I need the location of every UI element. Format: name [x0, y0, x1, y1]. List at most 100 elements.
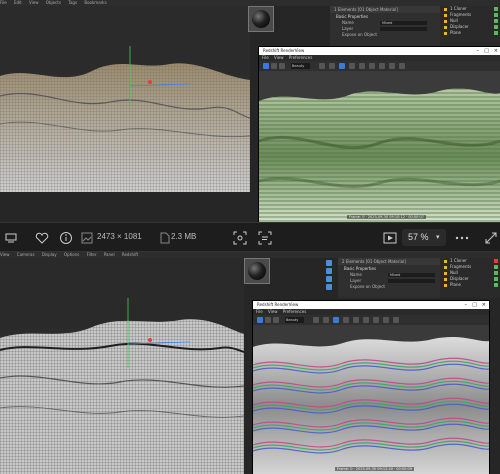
render-view-title: Redshift RenderView [263, 48, 305, 53]
bottom-object-manager: 1 Cloner Fragments Null Displacer Plane [440, 258, 500, 298]
tool-icon[interactable] [353, 317, 359, 323]
top-screenshot: File Edit View Objects Tags Bookmarks 1 … [0, 0, 500, 222]
menu-item[interactable]: Edit [14, 0, 22, 5]
attr-row-expose: Expose on Object [330, 32, 440, 38]
terrain-wireframe [0, 298, 244, 474]
info-icon[interactable] [58, 230, 74, 246]
aov-select[interactable]: Beauty [291, 63, 310, 69]
menu-item[interactable]: Display [42, 252, 57, 257]
monitor-icon[interactable] [4, 230, 18, 246]
render-view-toolbar: Beauty [253, 315, 489, 325]
top-attributes-panel: 1 Elements [01 Object Material] Basic Pr… [330, 6, 440, 46]
tool-icon[interactable] [363, 317, 369, 323]
rt-icon[interactable] [273, 317, 279, 323]
bottom-3d-viewport[interactable] [0, 258, 244, 474]
tool-icon[interactable] [399, 63, 405, 69]
menu-item[interactable]: Panel [104, 252, 115, 257]
menu-item[interactable]: Filter [87, 252, 97, 257]
green-terrain-render [259, 88, 500, 222]
attr-name-field[interactable]: Mixed [388, 273, 435, 277]
bottom-side-tools [326, 258, 338, 298]
attributes-header: 2 Elements [01 Object Material] [338, 258, 440, 265]
render-icon[interactable] [263, 63, 269, 69]
material-thumbnail[interactable] [244, 258, 270, 284]
rt-icon[interactable] [279, 63, 285, 69]
tool-icon[interactable] [379, 63, 385, 69]
expand-icon[interactable] [484, 230, 498, 246]
menu-item[interactable]: Preferences [289, 55, 313, 60]
attr-name-field[interactable]: Mixed [380, 21, 427, 25]
close-icon[interactable]: × [482, 301, 486, 309]
render-view-titlebar: Redshift RenderView – □ × [253, 301, 489, 309]
terrain-wireframe [0, 46, 250, 192]
origin-gizmo [148, 80, 152, 84]
menu-item[interactable]: Redshift [122, 252, 138, 257]
focus-icon[interactable] [232, 230, 248, 246]
menu-item[interactable]: View [29, 0, 39, 5]
slideshow-icon[interactable] [382, 230, 398, 246]
menu-item[interactable]: Options [64, 252, 79, 257]
more-icon[interactable] [454, 230, 470, 246]
origin-gizmo [148, 338, 152, 342]
maximize-icon[interactable]: □ [472, 301, 477, 309]
tool-icon[interactable] [329, 63, 335, 69]
attr-label: Expose on Object [342, 32, 377, 37]
refresh-icon[interactable] [271, 63, 277, 69]
zoom-dropdown[interactable]: 57 % ▾ [402, 229, 446, 246]
menu-item[interactable]: Tags [68, 0, 77, 5]
tool-icon[interactable] [383, 317, 389, 323]
object-item[interactable]: Plane [440, 30, 500, 36]
menu-item[interactable]: View [268, 309, 278, 314]
tool-icon[interactable] [313, 317, 319, 323]
scan-text-icon[interactable] [257, 230, 273, 246]
tool-icon[interactable] [393, 317, 399, 323]
object-item[interactable]: Plane [440, 282, 500, 288]
maximize-icon[interactable]: □ [484, 47, 489, 55]
attributes-section[interactable]: Basic Properties [330, 13, 440, 20]
heart-icon[interactable] [34, 230, 50, 246]
chromatic-terrain-render [253, 337, 489, 474]
tool-icon[interactable] [326, 276, 332, 282]
material-sphere-icon [252, 10, 270, 28]
refresh-icon[interactable] [265, 317, 271, 323]
tool-icon[interactable] [326, 260, 332, 266]
minimize-icon[interactable]: – [477, 47, 480, 55]
material-thumbnail[interactable] [248, 6, 274, 32]
top-render-view-window: Redshift RenderView – □ × File View Pref… [258, 46, 500, 222]
tool-icon[interactable] [359, 63, 365, 69]
tool-icon[interactable] [369, 63, 375, 69]
menu-item[interactable]: Cameras [17, 252, 35, 257]
bottom-attributes-panel: 2 Elements [01 Object Material] Basic Pr… [338, 258, 440, 298]
menu-item[interactable]: File [0, 0, 7, 5]
render-icon[interactable] [257, 317, 263, 323]
menu-item[interactable]: View [0, 252, 10, 257]
tool-icon[interactable] [389, 63, 395, 69]
tool-icon[interactable] [339, 63, 345, 69]
minimize-icon[interactable]: – [465, 301, 468, 309]
attr-layer-field[interactable] [388, 279, 435, 283]
tool-icon[interactable] [319, 63, 325, 69]
bottom-screenshot: View Cameras Display Options Filter Pane… [0, 252, 500, 474]
bottom-render-view-window: Redshift RenderView – □ × File View Pref… [252, 300, 490, 474]
menu-item[interactable]: File [262, 55, 269, 60]
tool-icon[interactable] [326, 268, 332, 274]
attr-layer-field[interactable] [380, 27, 427, 31]
close-icon[interactable]: × [494, 47, 498, 55]
aov-select[interactable]: Beauty [285, 317, 304, 323]
attributes-section[interactable]: Basic Properties [338, 265, 440, 272]
menu-item[interactable]: View [274, 55, 284, 60]
menu-item[interactable]: File [256, 309, 263, 314]
tool-icon[interactable] [333, 317, 339, 323]
render-caption: Frame: 0 · 2025-09-30 09:12:40 · 00:00:0… [335, 467, 414, 471]
attributes-header: 1 Elements [01 Object Material] [330, 6, 440, 13]
file-size: 2.3 MB [171, 232, 197, 241]
top-3d-viewport[interactable] [0, 6, 250, 192]
menu-item[interactable]: Preferences [283, 309, 307, 314]
tool-icon[interactable] [323, 317, 329, 323]
menu-item[interactable]: Bookmarks [84, 0, 106, 5]
menu-item[interactable]: Objects [46, 0, 61, 5]
tool-icon[interactable] [326, 284, 332, 290]
tool-icon[interactable] [343, 317, 349, 323]
tool-icon[interactable] [373, 317, 379, 323]
tool-icon[interactable] [349, 63, 355, 69]
